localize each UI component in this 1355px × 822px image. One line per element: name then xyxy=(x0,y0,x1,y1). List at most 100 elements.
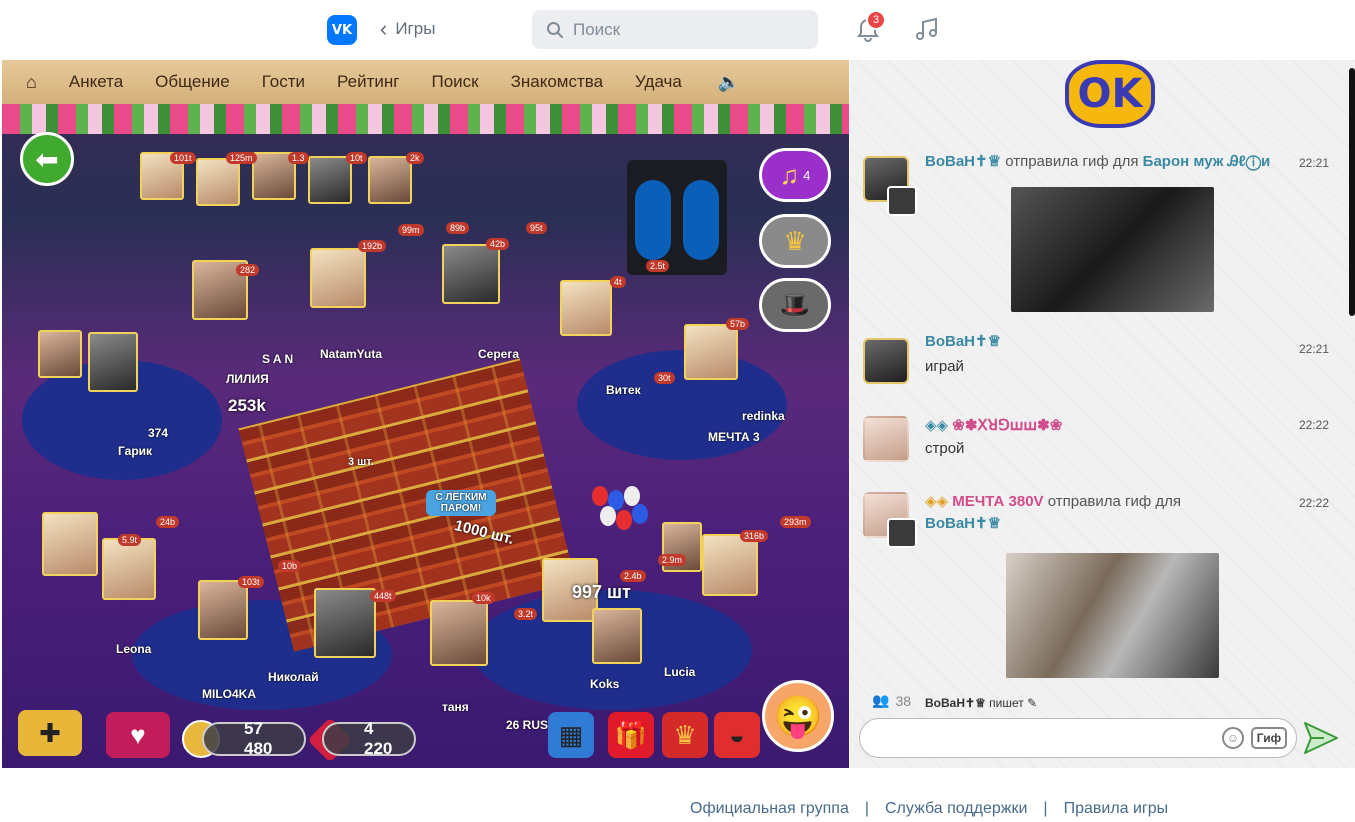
player-level-tag: 5.9t xyxy=(118,534,142,546)
game-nav-guests[interactable]: Гости xyxy=(262,72,305,92)
chat-action: отправила гиф для xyxy=(1005,153,1139,170)
player-avatar[interactable] xyxy=(102,538,156,600)
player-avatar[interactable] xyxy=(196,158,240,206)
player-name: таня xyxy=(442,700,469,714)
online-count: 👥 38 xyxy=(872,692,911,709)
player-level-tag: 103t xyxy=(238,576,264,588)
player-avatar[interactable] xyxy=(38,330,82,378)
music-icon[interactable] xyxy=(913,16,941,44)
sound-icon[interactable]: 🔈 xyxy=(718,72,740,93)
flower-garland xyxy=(2,104,849,134)
gift-button[interactable]: 🎁 xyxy=(608,712,654,758)
game-nav-dating[interactable]: Знакомства xyxy=(511,72,603,92)
player-name: Витек xyxy=(606,383,641,397)
rubies-balance[interactable]: 4 220 xyxy=(322,719,416,758)
notification-badge: 3 xyxy=(866,10,886,30)
pencil-icon: ✎ xyxy=(1027,696,1038,710)
crown-icon: ♛ xyxy=(783,225,807,256)
player-level-tag: 89b xyxy=(446,222,470,234)
player-avatar[interactable] xyxy=(560,280,612,336)
player-avatar[interactable] xyxy=(684,324,738,380)
player-avatar[interactable] xyxy=(430,600,488,666)
gif-button[interactable]: Гиф xyxy=(1251,727,1287,749)
chat-nick[interactable]: BoBaH✝♕ xyxy=(925,153,1001,170)
top-bar: VK ‹ Игры Поиск 3 xyxy=(0,0,1355,60)
player-avatar[interactable] xyxy=(88,332,138,392)
gift-count: 3 шт. xyxy=(348,456,374,468)
footer-link-official-group[interactable]: Официальная группа xyxy=(690,800,849,818)
player-avatar[interactable] xyxy=(442,244,500,304)
search-input[interactable]: Поиск xyxy=(532,10,818,49)
home-icon[interactable]: ⌂ xyxy=(26,72,37,93)
player-name: Leona xyxy=(116,642,152,656)
chat-nick[interactable]: МЕЧТА 380V xyxy=(952,493,1043,510)
avatar[interactable] xyxy=(863,338,909,384)
back-button[interactable]: ‹ Игры xyxy=(380,18,435,40)
player-avatar[interactable] xyxy=(368,156,412,204)
typing-nick: BoBaH✝♕ xyxy=(925,696,986,710)
game-canvas[interactable]: ⌂ Анкета Общение Гости Рейтинг Поиск Зна… xyxy=(2,60,849,768)
emoji-icon[interactable]: ☺ xyxy=(1222,727,1244,749)
cat-mascot-button[interactable]: 😜 xyxy=(762,680,834,752)
player-avatar[interactable] xyxy=(592,608,642,664)
player-avatar[interactable] xyxy=(198,580,248,640)
chat-target[interactable]: Барон муж Ꭿℓⓘи xyxy=(1143,153,1271,170)
player-level-tag: 57b xyxy=(726,318,750,330)
player-name: Koks xyxy=(590,677,620,691)
player-level-tag: 4t xyxy=(610,276,626,288)
chat-panel: OK BoBaH✝♕ отправила гиф для Барон муж Ꭿ… xyxy=(850,60,1355,768)
player-avatar[interactable] xyxy=(310,248,366,308)
game-nav-rating[interactable]: Рейтинг xyxy=(337,72,399,92)
avatar[interactable] xyxy=(863,416,909,462)
users-icon: 👥 xyxy=(872,692,890,708)
player-avatar[interactable] xyxy=(314,588,376,658)
player-level-tag: 2.9m xyxy=(658,554,687,566)
player-avatar[interactable] xyxy=(308,156,352,204)
message-time: 22:22 xyxy=(1298,418,1329,432)
music-notes-icon: ♫ xyxy=(779,159,800,190)
coins-balance[interactable]: 57 480 xyxy=(202,719,306,758)
chat-message: ◈◈ МЕЧТА 380V отправила гиф для BoBaH✝♕ … xyxy=(850,492,1355,682)
send-icon[interactable] xyxy=(1302,720,1340,756)
game-nav: ⌂ Анкета Общение Гости Рейтинг Поиск Зна… xyxy=(2,60,849,104)
player-level-tag: 30t xyxy=(654,372,675,384)
gif-image[interactable] xyxy=(1011,187,1214,312)
speaker xyxy=(627,160,727,275)
music-count: 4 xyxy=(803,167,811,183)
footer-link-rules[interactable]: Правила игры xyxy=(1064,800,1169,818)
player-score: 253k xyxy=(228,396,266,415)
chat-target[interactable]: BoBaH✝♕ xyxy=(925,514,1215,532)
crown-button[interactable]: ♛ xyxy=(759,214,831,268)
balloon xyxy=(616,510,632,530)
footer-separator: | xyxy=(1043,800,1048,817)
vk-logo[interactable]: VK xyxy=(327,15,357,45)
player-avatar[interactable] xyxy=(42,512,98,576)
player-level-tag: 125m xyxy=(226,152,257,164)
chat-message: BoBaH✝♕ 22:21 играй xyxy=(850,332,1355,392)
crown-shop-button[interactable]: ♛ xyxy=(662,712,708,758)
player-name: Николай xyxy=(268,670,319,684)
game-nav-search[interactable]: Поиск xyxy=(431,72,478,92)
game-nav-luck[interactable]: Удача xyxy=(635,72,682,92)
player-name: Lucia xyxy=(664,665,696,679)
avatar-small xyxy=(887,518,917,548)
music-button[interactable]: ♫ 4 xyxy=(759,148,831,202)
gif-image[interactable] xyxy=(1006,553,1219,678)
message-text: строй xyxy=(925,440,965,457)
player-level-tag: 192b xyxy=(358,240,387,252)
chat-nick[interactable]: BoBaH✝♕ xyxy=(925,333,1001,350)
exit-button[interactable]: ⬅ xyxy=(20,132,74,186)
balloon xyxy=(632,504,648,524)
hat-button[interactable]: 🎩 xyxy=(759,278,831,332)
player-avatar[interactable] xyxy=(702,534,758,596)
treasure-chest-button[interactable]: ▦ xyxy=(548,712,594,758)
purse-button[interactable]: ◒ xyxy=(714,712,760,758)
gift-box-button[interactable]: ✚ xyxy=(18,710,82,756)
game-nav-profile[interactable]: Анкета xyxy=(69,72,123,92)
game-nav-chat[interactable]: Общение xyxy=(155,72,230,92)
chat-action: отправила гиф для xyxy=(1047,493,1182,510)
typing-indicator: BoBaH✝♕ пишет ✎ xyxy=(925,696,1037,710)
footer-link-support[interactable]: Служба поддержки xyxy=(885,800,1027,818)
hearts-button[interactable]: ♥ xyxy=(106,712,170,758)
chat-nick[interactable]: ❀✽ꓫꓤꓨꟺꟺ✽❀ xyxy=(952,417,1062,434)
